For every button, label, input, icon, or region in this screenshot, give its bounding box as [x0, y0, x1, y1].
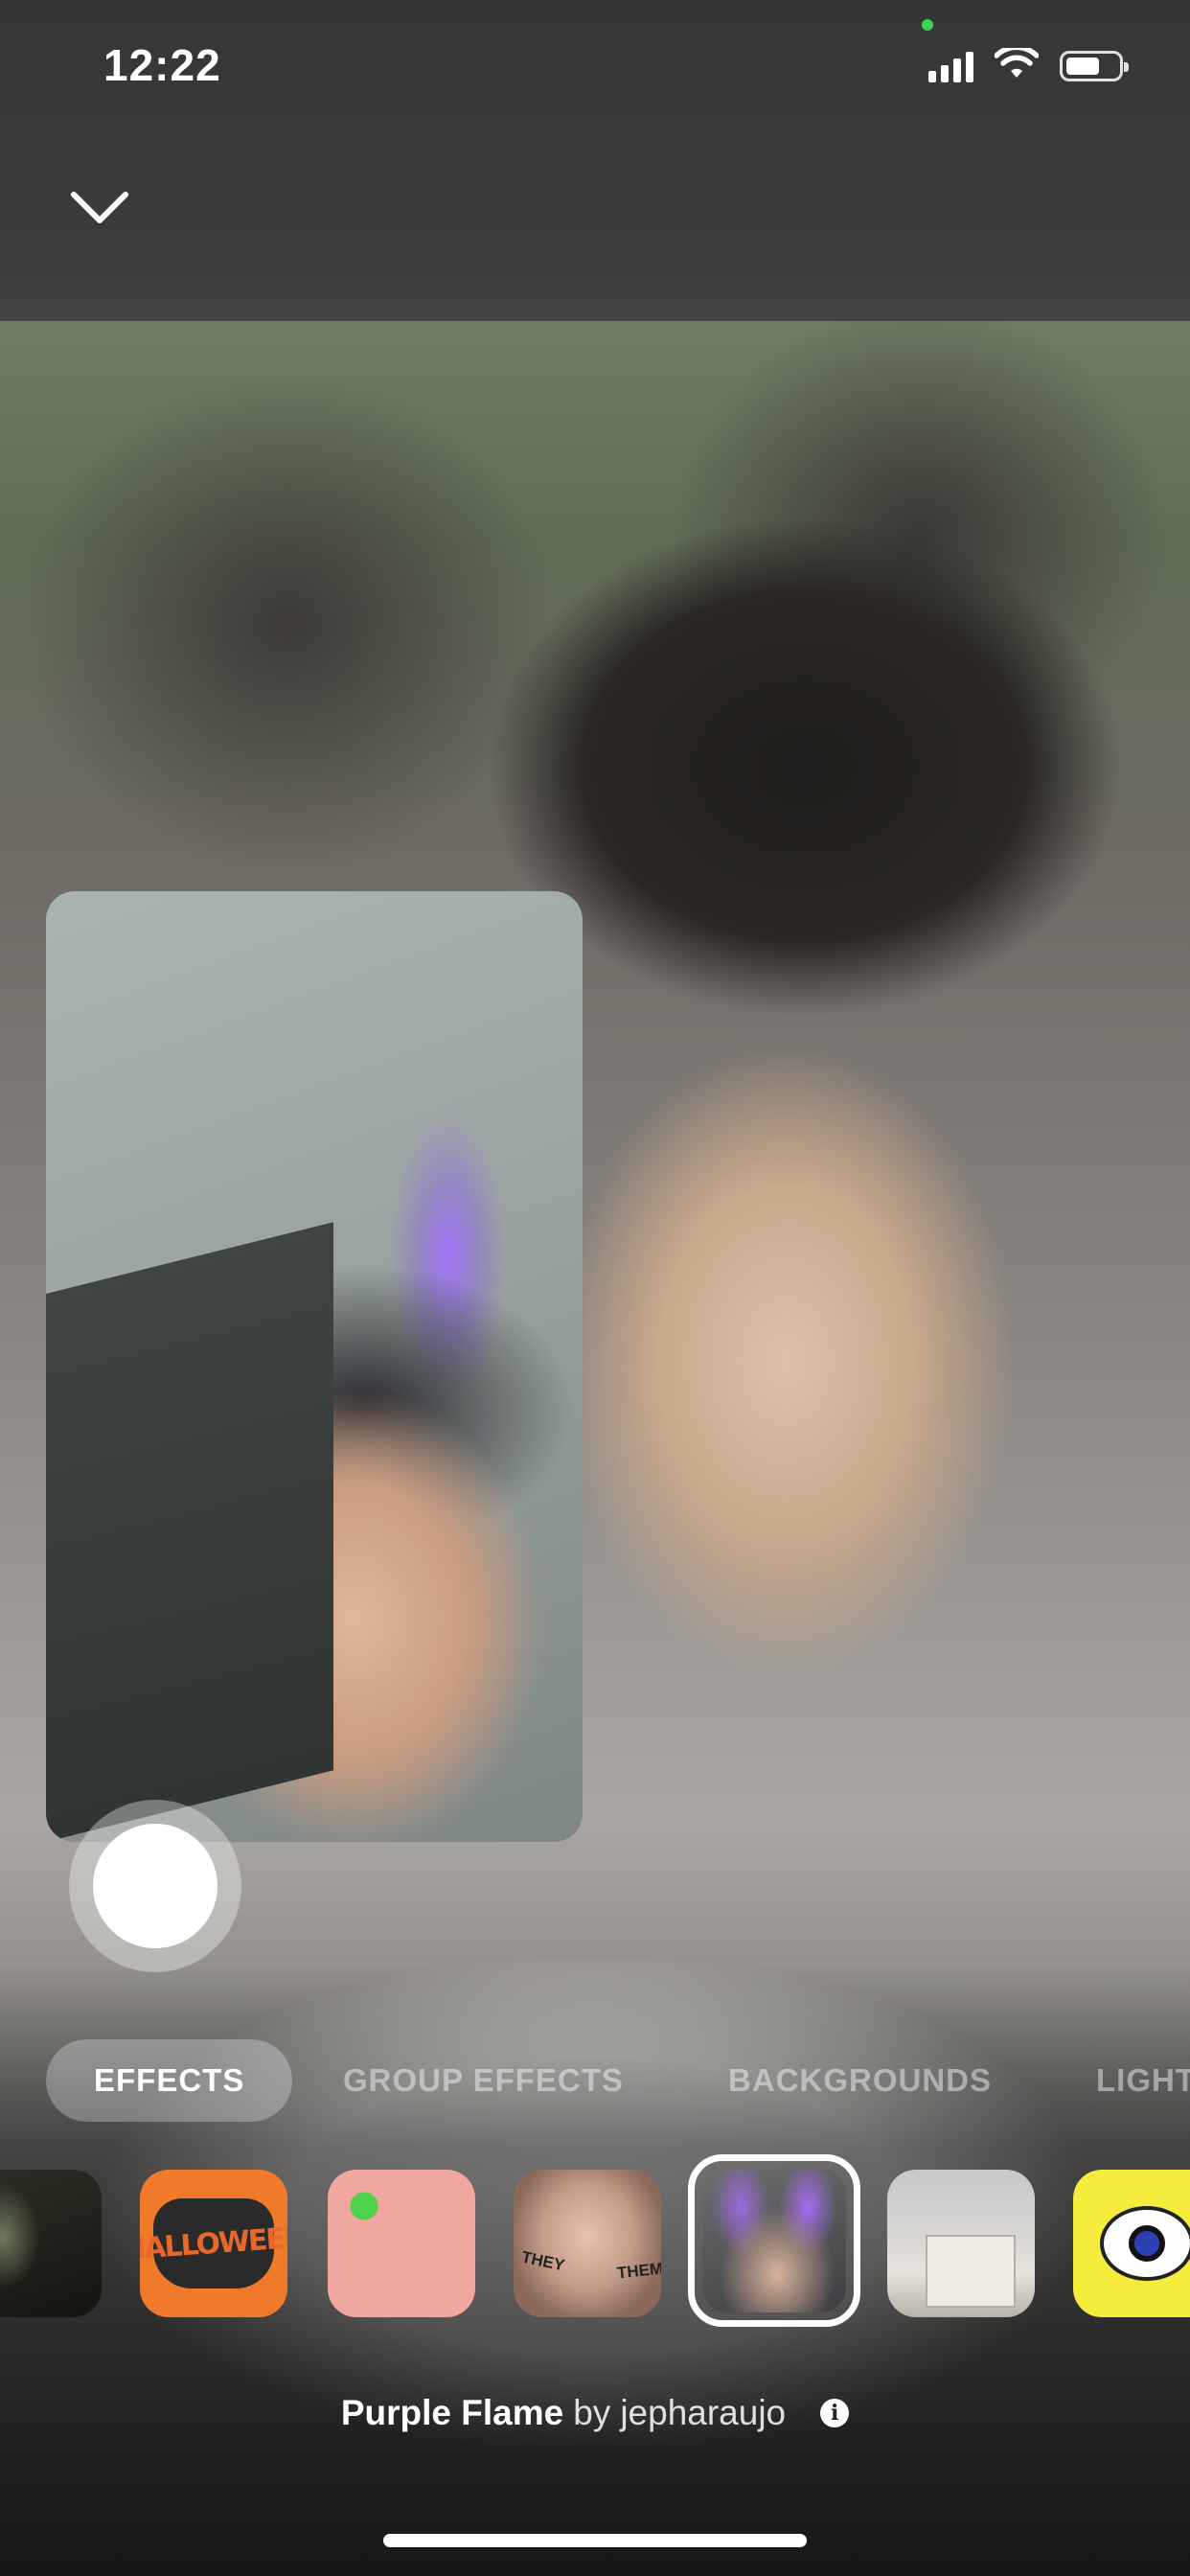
halloween-text: HALLOWEEN	[140, 2220, 287, 2267]
mic-in-use-indicator	[922, 19, 933, 31]
self-view-video[interactable]	[46, 891, 583, 1842]
effect-category-tabs: EFFECTS GROUP EFFECTS BACKGROUNDS LIGHT	[0, 2039, 1190, 2122]
effect-zombie[interactable]	[0, 2170, 102, 2317]
effect-by-label: by	[573, 2393, 611, 2432]
them-text: THEM	[616, 2259, 661, 2283]
status-icons	[928, 42, 1129, 90]
wifi-icon	[994, 44, 1040, 85]
info-icon[interactable]: i	[820, 2399, 850, 2427]
effect-purple-flame[interactable]	[688, 2154, 860, 2327]
effect-eye[interactable]	[1073, 2170, 1190, 2317]
tab-effects[interactable]: EFFECTS	[46, 2039, 293, 2122]
home-indicator	[383, 2534, 807, 2547]
video-call-screen: 12:22 EFFECTS GROUP EFFECTS BACKGROUNDS …	[0, 0, 1190, 2576]
eye-icon	[1100, 2206, 1190, 2281]
status-time: 12:22	[103, 40, 221, 90]
tab-group-effects[interactable]: GROUP EFFECTS	[343, 2039, 624, 2122]
effect-building[interactable]	[887, 2170, 1035, 2317]
collapse-button[interactable]	[61, 178, 138, 238]
battery-icon	[1060, 51, 1129, 81]
tab-light[interactable]: LIGHT	[1096, 2039, 1190, 2122]
effect-they-them[interactable]: THEY THEM	[514, 2170, 661, 2317]
capture-button-inner	[93, 1824, 217, 1948]
tab-backgrounds[interactable]: BACKGROUNDS	[728, 2039, 992, 2122]
effect-green-pattern[interactable]	[328, 2170, 475, 2317]
effect-halloween-mask[interactable]: HALLOWEEN	[140, 2170, 287, 2317]
effect-name: Purple Flame	[340, 2393, 564, 2432]
effects-carousel: HALLOWEEN THEY THEM	[0, 2154, 1190, 2333]
effect-title: Purple Flame by jepharaujo i	[0, 2384, 1190, 2442]
cellular-signal-icon	[928, 50, 973, 82]
effect-author: jepharaujo	[620, 2393, 787, 2432]
chevron-down-icon	[71, 192, 128, 223]
they-text: THEY	[519, 2247, 566, 2275]
capture-button[interactable]	[69, 1800, 241, 1972]
